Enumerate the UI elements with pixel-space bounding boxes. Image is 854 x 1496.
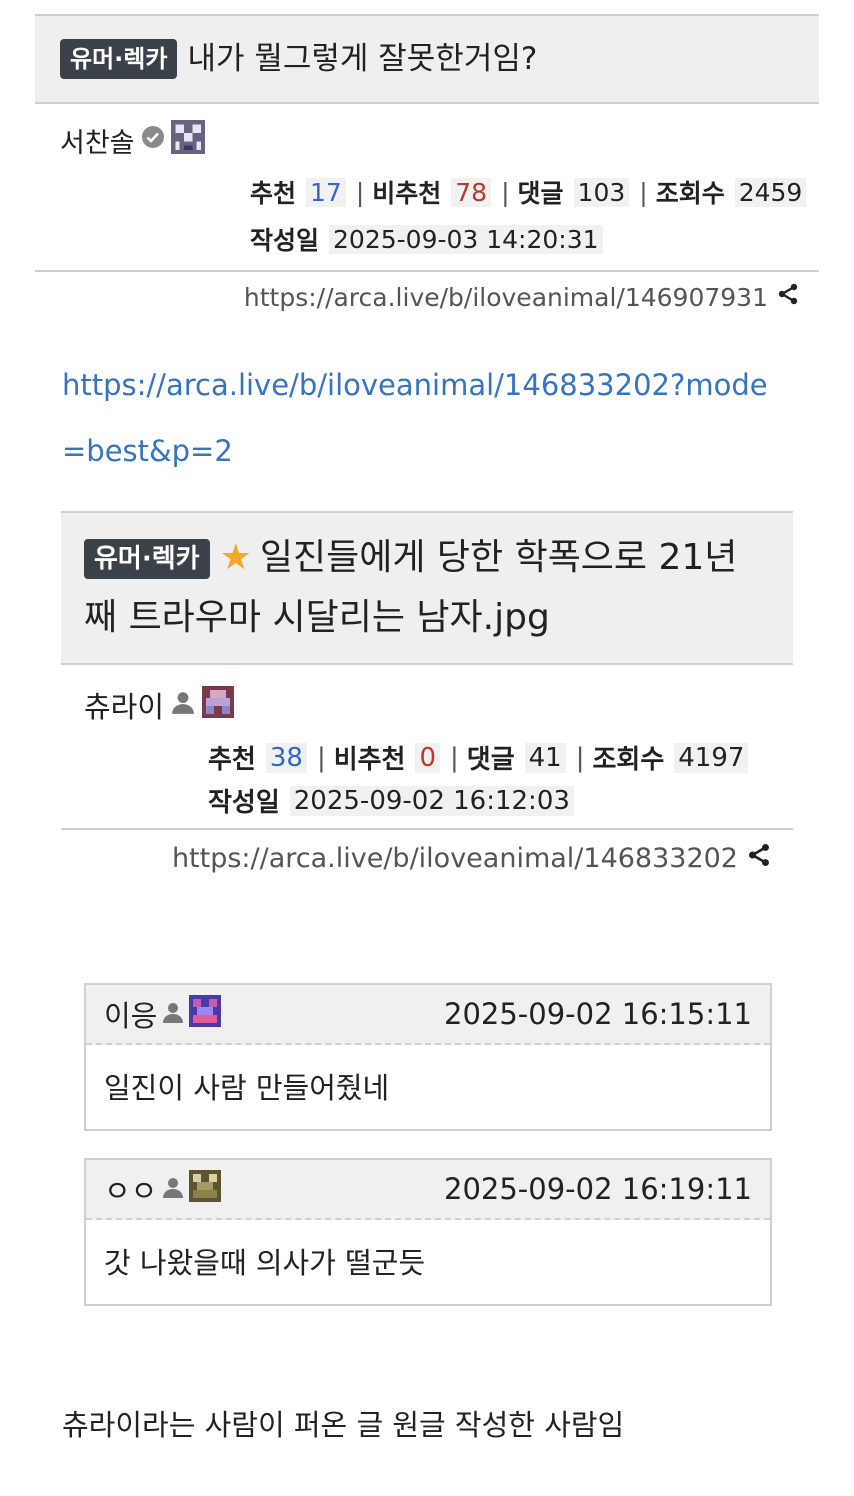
- comment-header: ㅇㅇ 2025-09-02 16:19:11: [86, 1160, 770, 1220]
- recommend-label: 추천: [250, 179, 297, 208]
- embedded-title-line1: 일진들에게 당한 학폭으로 21년: [259, 537, 738, 578]
- recommend-label: 추천: [208, 745, 256, 775]
- divider: [61, 663, 793, 665]
- post-url[interactable]: https://arca.live/b/iloveanimal/14690793…: [244, 283, 768, 312]
- star-icon: ★: [219, 537, 252, 578]
- comment-card: ㅇㅇ 2025-09-02 16:19:11 갓 나왔을때 의사가 떨군듯: [84, 1158, 772, 1306]
- post-url[interactable]: https://arca.live/b/iloveanimal/14683320…: [172, 843, 738, 874]
- user-avatar-icon: [170, 120, 205, 161]
- category-badge[interactable]: 유머·렉카: [60, 39, 178, 79]
- comment-author[interactable]: ㅇㅇ: [104, 1168, 222, 1210]
- embedded-date-row: 작성일 2025-09-02 16:12:03: [208, 782, 582, 819]
- category-badge[interactable]: 유머·렉카: [84, 539, 210, 579]
- body-link[interactable]: https://arca.live/b/iloveanimal/14683320…: [62, 352, 768, 484]
- post-date-row: 작성일 2025-09-03 14:20:31: [250, 221, 611, 257]
- comment-date: 2025-09-02 16:15:11: [444, 997, 752, 1031]
- divider: [35, 102, 819, 104]
- user-icon: [161, 997, 185, 1031]
- comment-author-name[interactable]: 이응: [104, 993, 157, 1035]
- comment-text: 일진이 사람 만들어줬네: [104, 1071, 390, 1105]
- comment-card: 이응 2025-09-02 16:15:11 일진이 사람 만들어줬네: [84, 983, 772, 1131]
- post-date: 2025-09-03 14:20:31: [329, 224, 603, 254]
- share-icon[interactable]: [746, 842, 772, 875]
- comments-count: 103: [573, 177, 630, 207]
- unrecommend-count: 0: [415, 742, 441, 773]
- embedded-author[interactable]: 츄라이: [84, 684, 235, 726]
- unrecommend-label: 비추천: [372, 179, 442, 208]
- post-stats: 추천 17 | 비추천 78 | 댓글 103 | 조회수 2459: [250, 174, 814, 210]
- post-date: 2025-09-02 16:12:03: [289, 785, 574, 816]
- user-avatar-icon: [202, 685, 235, 725]
- date-label: 작성일: [250, 226, 320, 255]
- unrecommend-count: 78: [451, 177, 492, 207]
- verified-icon: [141, 125, 165, 156]
- user-avatar-icon: [189, 994, 222, 1034]
- recommend-count: 38: [265, 742, 307, 773]
- author-name[interactable]: 츄라이: [84, 684, 164, 726]
- divider: [35, 270, 819, 272]
- views-label: 조회수: [592, 745, 665, 775]
- embedded-title-line2: 째 트라우마 시달리는 남자.jpg: [84, 597, 550, 638]
- user-avatar-icon: [189, 1169, 222, 1209]
- embedded-post-header: 유머·렉카 ★ 일진들에게 당한 학폭으로 21년 째 트라우마 시달리는 남자.j…: [61, 513, 793, 663]
- embedded-url-row: https://arca.live/b/iloveanimal/14683320…: [172, 842, 772, 875]
- divider: [61, 828, 793, 830]
- comments-label: 댓글: [517, 179, 564, 208]
- post-url-row: https://arca.live/b/iloveanimal/14690793…: [244, 282, 800, 312]
- page-title: 내가 뭘그렇게 잘못한거임?: [187, 41, 538, 77]
- views-count: 4197: [674, 742, 749, 773]
- comment-header: 이응 2025-09-02 16:15:11: [86, 985, 770, 1045]
- comment-author[interactable]: 이응: [104, 993, 222, 1035]
- comment-text: 갓 나왔을때 의사가 떨군듯: [104, 1246, 426, 1280]
- comments-label: 댓글: [466, 745, 515, 775]
- embedded-stats: 추천 38 | 비추천 0 | 댓글 41 | 조회수 4197: [208, 739, 756, 776]
- recommend-count: 17: [306, 177, 346, 207]
- comment-date: 2025-09-02 16:19:11: [444, 1172, 752, 1206]
- post-header: 유머·렉카 내가 뭘그렇게 잘못한거임?: [35, 16, 819, 102]
- unrecommend-label: 비추천: [333, 745, 406, 775]
- user-icon: [161, 1172, 185, 1206]
- author-name[interactable]: 서찬솔: [60, 121, 135, 160]
- views-label: 조회수: [655, 179, 725, 208]
- share-icon[interactable]: [776, 282, 800, 312]
- views-count: 2459: [734, 177, 807, 207]
- post-author[interactable]: 서찬솔: [60, 120, 205, 161]
- date-label: 작성일: [208, 788, 280, 818]
- body-link-line1[interactable]: https://arca.live/b/iloveanimal/14683320…: [62, 352, 768, 418]
- comments-count: 41: [524, 742, 566, 773]
- user-icon: [170, 688, 196, 722]
- body-link-line2[interactable]: =best&p=2: [62, 418, 768, 484]
- comment-author-name[interactable]: ㅇㅇ: [104, 1168, 157, 1210]
- post-body-text: 츄라이라는 사람이 퍼온 글 원글 작성한 사람임: [62, 1408, 625, 1442]
